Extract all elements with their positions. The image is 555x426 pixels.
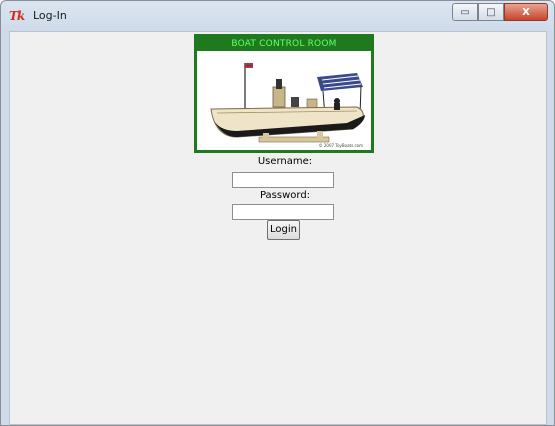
login-window: Tk Log-In ▭ □ X BOAT CONTROL ROOM © 2007… [0, 0, 555, 426]
tk-logo-icon: Tk [9, 9, 25, 23]
close-button[interactable]: X [504, 3, 548, 21]
banner-copyright: © 2007 ToyBoats.com [318, 143, 363, 148]
banner-title: BOAT CONTROL ROOM [197, 37, 371, 51]
maximize-icon: □ [486, 6, 496, 18]
title-bar[interactable]: Tk Log-In ▭ □ X [1, 1, 554, 31]
password-label: Password: [259, 190, 311, 201]
username-field[interactable] [232, 172, 334, 188]
password-field[interactable] [232, 204, 334, 220]
login-button[interactable]: Login [267, 220, 300, 240]
maximize-button[interactable]: □ [478, 3, 504, 21]
minimize-icon: ▭ [460, 6, 470, 18]
boat-banner-image: BOAT CONTROL ROOM © 2007 ToyBoats.com [194, 34, 374, 153]
window-controls: ▭ □ X [452, 3, 548, 21]
client-area: BOAT CONTROL ROOM © 2007 ToyBoats.com Us… [9, 31, 547, 425]
close-icon: X [522, 6, 530, 18]
boat-illustration [210, 63, 365, 143]
username-label: Username: [257, 156, 313, 167]
minimize-button[interactable]: ▭ [452, 3, 478, 21]
window-title: Log-In [33, 9, 67, 22]
